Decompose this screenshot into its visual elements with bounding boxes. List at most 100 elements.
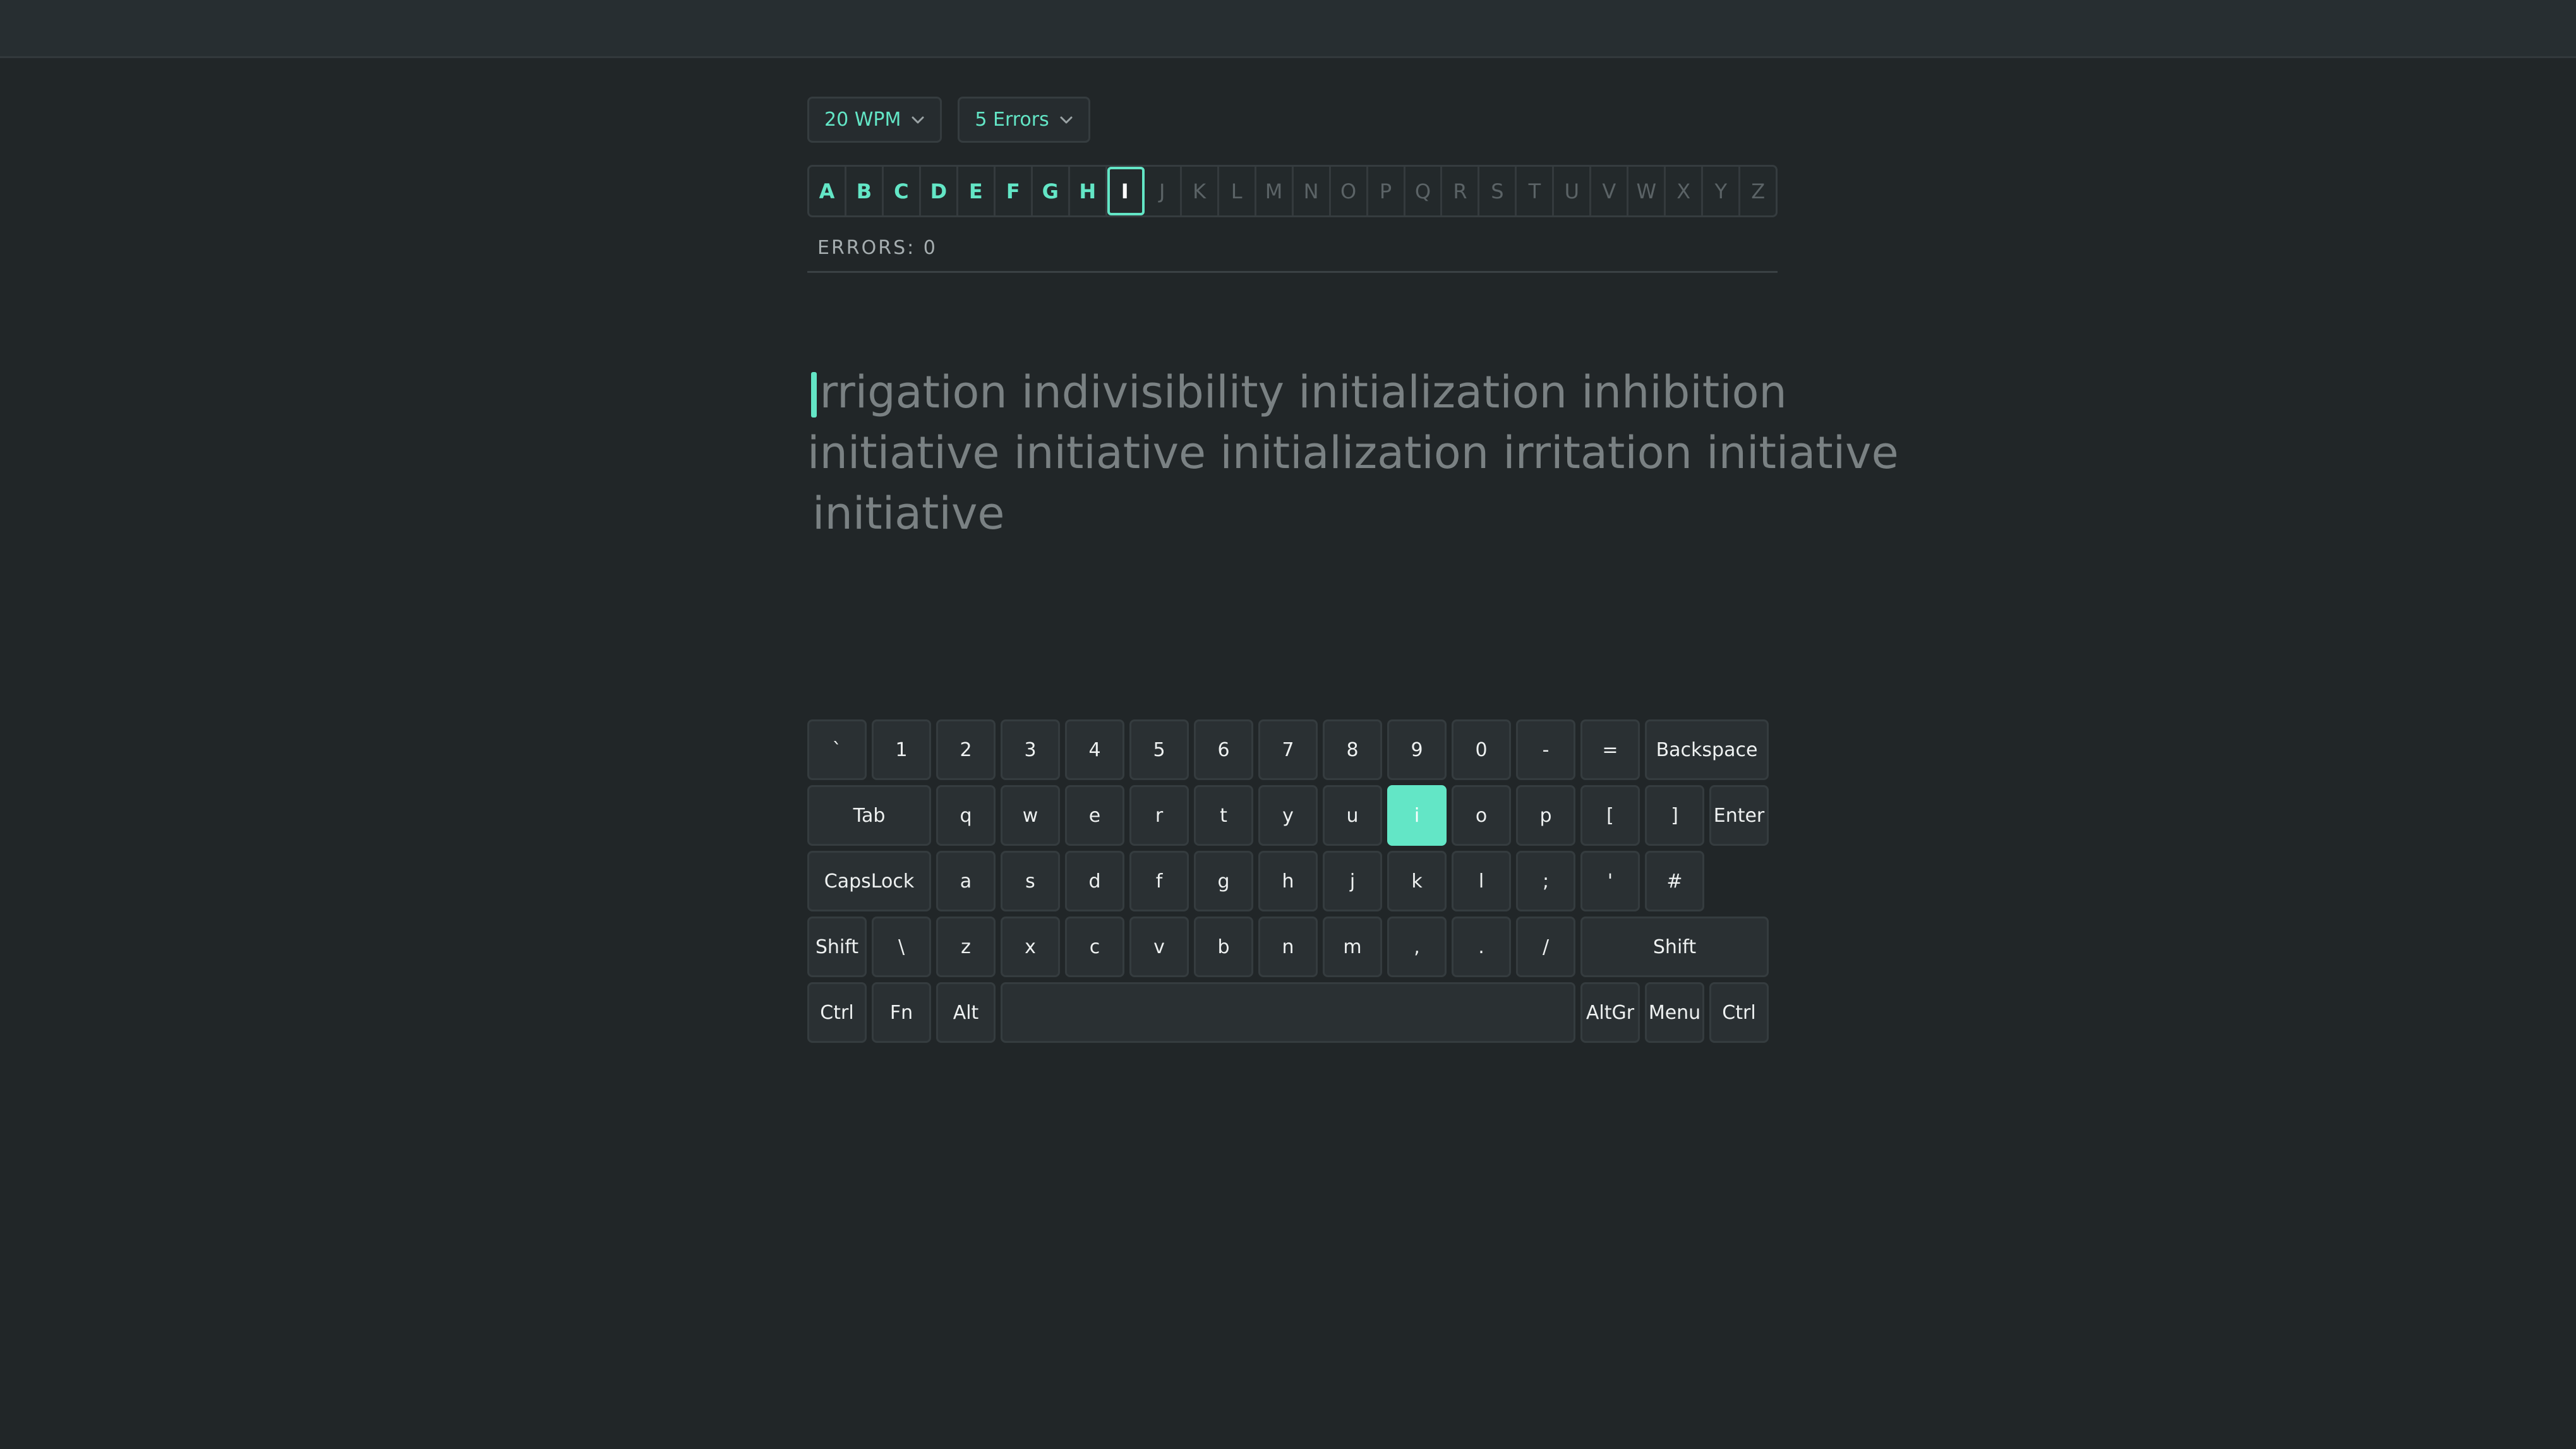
- key-fn[interactable]: Fn: [872, 982, 931, 1043]
- key-char-100[interactable]: d: [1065, 851, 1124, 911]
- letter-h[interactable]: H: [1070, 167, 1107, 215]
- keyboard-row: Ctrl Fn Alt AltGr Menu Ctrl: [807, 982, 1780, 1043]
- keyboard-row: Shift \ z x c v b n m,. / Shift: [807, 917, 1780, 977]
- key-ctrl[interactable]: Ctrl: [1709, 982, 1769, 1043]
- letter-k[interactable]: K: [1182, 167, 1219, 215]
- key-char-47[interactable]: /: [1516, 917, 1575, 977]
- key-char-99[interactable]: c: [1065, 917, 1124, 977]
- key-char-109[interactable]: m: [1323, 917, 1382, 977]
- key-char-119[interactable]: w: [1001, 785, 1060, 846]
- keyboard-row: CapsLock a s d f g h j k l; ' #: [807, 851, 1780, 911]
- key-char-59[interactable]: ;: [1516, 851, 1575, 911]
- letter-o[interactable]: O: [1331, 167, 1368, 215]
- letter-y[interactable]: Y: [1703, 167, 1741, 215]
- letter-d[interactable]: D: [921, 167, 958, 215]
- key-char-55[interactable]: 7: [1258, 719, 1318, 780]
- key-shift[interactable]: Shift: [1580, 917, 1769, 977]
- key-enter[interactable]: Enter: [1709, 785, 1769, 846]
- key-char-57[interactable]: 9: [1387, 719, 1447, 780]
- key-char-117[interactable]: u: [1323, 785, 1382, 846]
- key-char-104[interactable]: h: [1258, 851, 1318, 911]
- key-char-101[interactable]: e: [1065, 785, 1124, 846]
- letter-u[interactable]: U: [1554, 167, 1592, 215]
- key-char-46[interactable]: .: [1452, 917, 1511, 977]
- letter-t[interactable]: T: [1517, 167, 1555, 215]
- letter-l[interactable]: L: [1219, 167, 1256, 215]
- key-char-118[interactable]: v: [1129, 917, 1189, 977]
- letter-m[interactable]: M: [1256, 167, 1294, 215]
- key-char-44[interactable]: ,: [1387, 917, 1447, 977]
- letter-g[interactable]: G: [1033, 167, 1070, 215]
- key-char-51[interactable]: 3: [1001, 719, 1060, 780]
- key-char-114[interactable]: r: [1129, 785, 1189, 846]
- letter-i[interactable]: I: [1107, 167, 1145, 215]
- key-char-102[interactable]: f: [1129, 851, 1189, 911]
- key-char-39[interactable]: ': [1580, 851, 1640, 911]
- key-char-54[interactable]: 6: [1194, 719, 1253, 780]
- keyboard-row: Tab q w e r t y u i o p[] Enter: [807, 785, 1780, 846]
- key-char-106[interactable]: j: [1323, 851, 1382, 911]
- key-char-61[interactable]: =: [1580, 719, 1640, 780]
- key-char-93[interactable]: ]: [1645, 785, 1704, 846]
- letter-f[interactable]: F: [996, 167, 1033, 215]
- key-shift[interactable]: Shift: [807, 917, 867, 977]
- key-capslock[interactable]: CapsLock: [807, 851, 931, 911]
- key-char-53[interactable]: 5: [1129, 719, 1189, 780]
- letter-b[interactable]: B: [846, 167, 884, 215]
- key-char-107[interactable]: k: [1387, 851, 1447, 911]
- key-char-35[interactable]: #: [1645, 851, 1704, 911]
- errors-dropdown-label: 5 Errors: [975, 109, 1049, 131]
- key-char-91[interactable]: [: [1580, 785, 1640, 846]
- wpm-dropdown[interactable]: 20 WPM: [807, 97, 942, 143]
- key-char-113[interactable]: q: [936, 785, 996, 846]
- key-char-103[interactable]: g: [1194, 851, 1253, 911]
- key-char-97[interactable]: a: [936, 851, 996, 911]
- key-char-105[interactable]: i: [1387, 785, 1447, 846]
- key-char-122[interactable]: z: [936, 917, 996, 977]
- key-char-96[interactable]: `: [807, 719, 867, 780]
- top-bar: [0, 0, 2576, 58]
- letter-x[interactable]: X: [1666, 167, 1704, 215]
- key-char-45[interactable]: -: [1516, 719, 1575, 780]
- key-char-121[interactable]: y: [1258, 785, 1318, 846]
- settings-controls: 20 WPM 5 Errors: [807, 97, 1778, 143]
- letter-z[interactable]: Z: [1740, 167, 1776, 215]
- key-char-120[interactable]: x: [1001, 917, 1060, 977]
- key-menu[interactable]: Menu: [1645, 982, 1704, 1043]
- key-char-50[interactable]: 2: [936, 719, 996, 780]
- key-char-110[interactable]: n: [1258, 917, 1318, 977]
- letter-e[interactable]: E: [958, 167, 996, 215]
- key-char-98[interactable]: b: [1194, 917, 1253, 977]
- key-char-49[interactable]: 1: [872, 719, 931, 780]
- letter-progress-bar: ABCDEFGHIJKLMNOPQRSTUVWXYZ: [807, 165, 1778, 217]
- key-char-52[interactable]: 4: [1065, 719, 1124, 780]
- key-char-111[interactable]: o: [1452, 785, 1511, 846]
- key-tab[interactable]: Tab: [807, 785, 931, 846]
- key-altgr[interactable]: AltGr: [1580, 982, 1640, 1043]
- key-space[interactable]: [1001, 982, 1575, 1043]
- practice-line-3: initiative: [812, 488, 1005, 539]
- key-ctrl[interactable]: Ctrl: [807, 982, 867, 1043]
- letter-n[interactable]: N: [1294, 167, 1331, 215]
- key-backspace[interactable]: Backspace: [1645, 719, 1769, 780]
- key-char-116[interactable]: t: [1194, 785, 1253, 846]
- key-alt[interactable]: Alt: [936, 982, 996, 1043]
- practice-text[interactable]: irrigation indivisibility initialization…: [807, 362, 1899, 544]
- letter-v[interactable]: V: [1591, 167, 1629, 215]
- letter-a[interactable]: A: [809, 167, 846, 215]
- key-char-108[interactable]: l: [1452, 851, 1511, 911]
- key-char-112[interactable]: p: [1516, 785, 1575, 846]
- letter-w[interactable]: W: [1628, 167, 1666, 215]
- letter-c[interactable]: C: [884, 167, 921, 215]
- divider: [807, 271, 1778, 273]
- letter-s[interactable]: S: [1479, 167, 1517, 215]
- letter-r[interactable]: R: [1442, 167, 1480, 215]
- letter-q[interactable]: Q: [1405, 167, 1443, 215]
- errors-dropdown[interactable]: 5 Errors: [958, 97, 1090, 143]
- key-char-92[interactable]: \: [872, 917, 931, 977]
- key-char-115[interactable]: s: [1001, 851, 1060, 911]
- letter-p[interactable]: P: [1368, 167, 1405, 215]
- letter-j[interactable]: J: [1145, 167, 1182, 215]
- key-char-56[interactable]: 8: [1323, 719, 1382, 780]
- key-char-48[interactable]: 0: [1452, 719, 1511, 780]
